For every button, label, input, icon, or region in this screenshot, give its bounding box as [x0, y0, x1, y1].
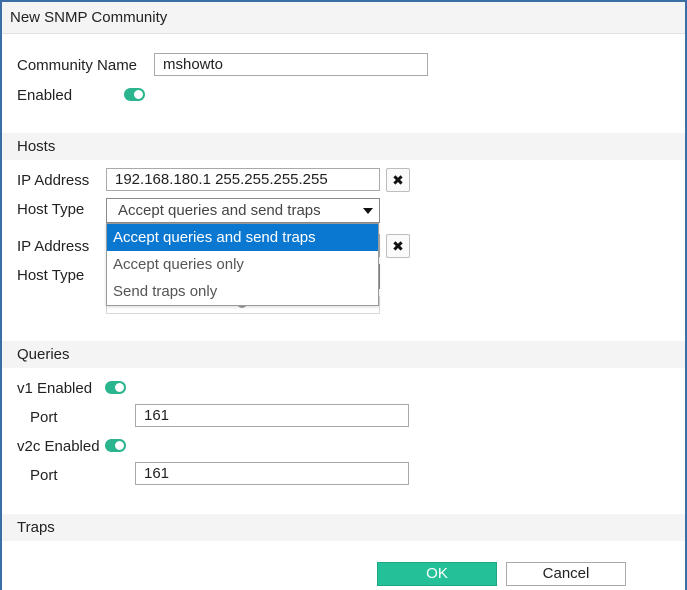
queries-section-header: Queries — [2, 341, 685, 368]
host-2-type-label: Host Type — [17, 267, 85, 284]
host-1-type-value: Accept queries and send traps — [118, 202, 321, 219]
snmp-community-dialog: New SNMP Community Community Name Enable… — [0, 0, 687, 590]
v1-port-input[interactable] — [135, 404, 409, 427]
close-icon: ✖ — [392, 238, 404, 254]
v2c-port-input[interactable] — [135, 462, 409, 485]
v1-enabled-label: v1 Enabled — [17, 380, 93, 397]
v1-enabled-toggle[interactable] — [105, 381, 126, 394]
remove-host-1-button[interactable]: ✖ — [386, 168, 410, 192]
remove-host-2-button[interactable]: ✖ — [386, 234, 410, 258]
traps-section-header: Traps — [2, 514, 685, 541]
dropdown-option-send-only[interactable]: Send traps only — [107, 278, 378, 305]
ok-button[interactable]: OK — [377, 562, 497, 586]
enabled-toggle[interactable] — [124, 88, 145, 101]
cancel-button[interactable]: Cancel — [506, 562, 626, 586]
close-icon: ✖ — [392, 172, 404, 188]
v2c-enabled-toggle[interactable] — [105, 439, 126, 452]
dropdown-option-accept-and-send[interactable]: Accept queries and send traps — [107, 224, 378, 251]
community-name-label: Community Name — [17, 57, 138, 74]
enabled-label: Enabled — [17, 87, 73, 104]
v2c-port-label: Port — [30, 467, 58, 484]
v2c-enabled-label: v2c Enabled — [17, 438, 100, 455]
host-1-ip-input[interactable] — [106, 168, 380, 191]
v1-port-label: Port — [30, 409, 58, 426]
hosts-section-header: Hosts — [2, 133, 685, 160]
dialog-title: New SNMP Community — [2, 0, 685, 34]
host-1-type-select[interactable]: Accept queries and send traps — [106, 198, 380, 223]
host-1-type-label: Host Type — [17, 201, 85, 218]
caret-down-icon — [363, 208, 373, 214]
dropdown-option-accept-only[interactable]: Accept queries only — [107, 251, 378, 278]
host-2-ip-label: IP Address — [17, 238, 90, 255]
host-1-ip-label: IP Address — [17, 172, 90, 189]
community-name-input[interactable] — [154, 53, 428, 76]
host-type-dropdown: Accept queries and send traps Accept que… — [106, 223, 379, 306]
